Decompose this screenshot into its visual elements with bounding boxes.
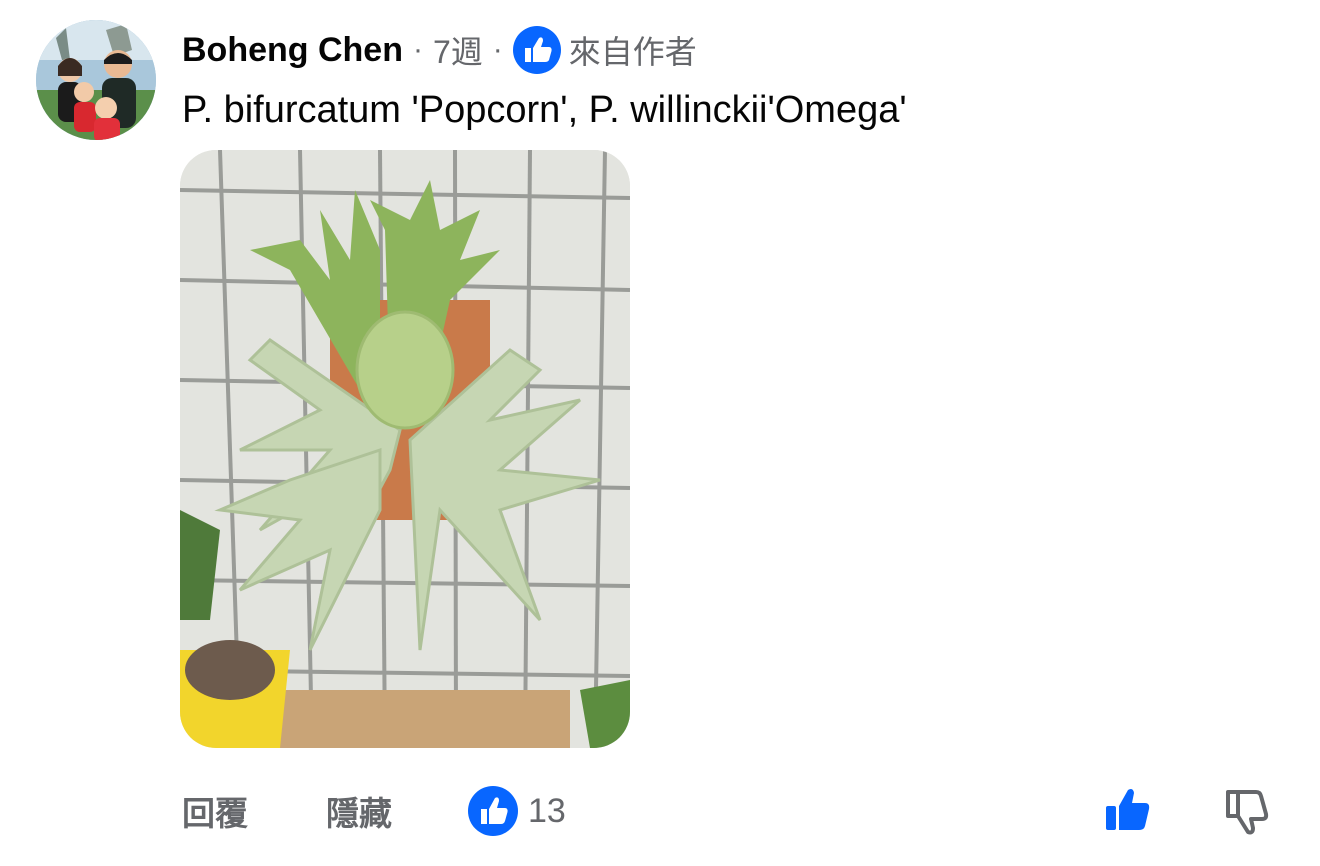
like-button[interactable] — [1102, 784, 1154, 836]
separator-dot: · — [492, 33, 503, 66]
separator-dot: · — [412, 33, 423, 66]
comment-header: Boheng Chen · 7週 · 來自作者 — [182, 26, 697, 74]
staghorn-fern-photo[interactable] — [180, 150, 630, 748]
avatar[interactable] — [36, 20, 156, 140]
comment-text: P. bifurcatum 'Popcorn', P. willinckii'O… — [182, 89, 907, 131]
reply-button[interactable]: 回覆 — [182, 787, 248, 835]
thumbs-up-icon — [1106, 789, 1150, 830]
thumbs-up-icon — [512, 26, 561, 74]
author-badge: 來自作者 — [512, 26, 697, 74]
hide-button[interactable]: 隱藏 — [326, 787, 392, 835]
like-reaction-icon — [468, 786, 518, 836]
author-name[interactable]: Boheng Chen — [182, 31, 403, 70]
photo-image — [180, 150, 630, 748]
author-badge-label: 來自作者 — [568, 34, 697, 70]
comment: Boheng Chen · 7週 · 來自作者 P. bifurcatum 'P… — [0, 0, 1320, 866]
thumbs-down-icon — [1226, 790, 1269, 835]
avatar-image — [36, 20, 156, 140]
comment-actions: 回覆 隱藏 13 — [182, 786, 566, 836]
dislike-button[interactable] — [1222, 784, 1274, 836]
reaction-count: 13 — [528, 791, 566, 830]
comment-time[interactable]: 7週 — [433, 27, 483, 73]
reaction-summary[interactable]: 13 — [468, 786, 566, 836]
